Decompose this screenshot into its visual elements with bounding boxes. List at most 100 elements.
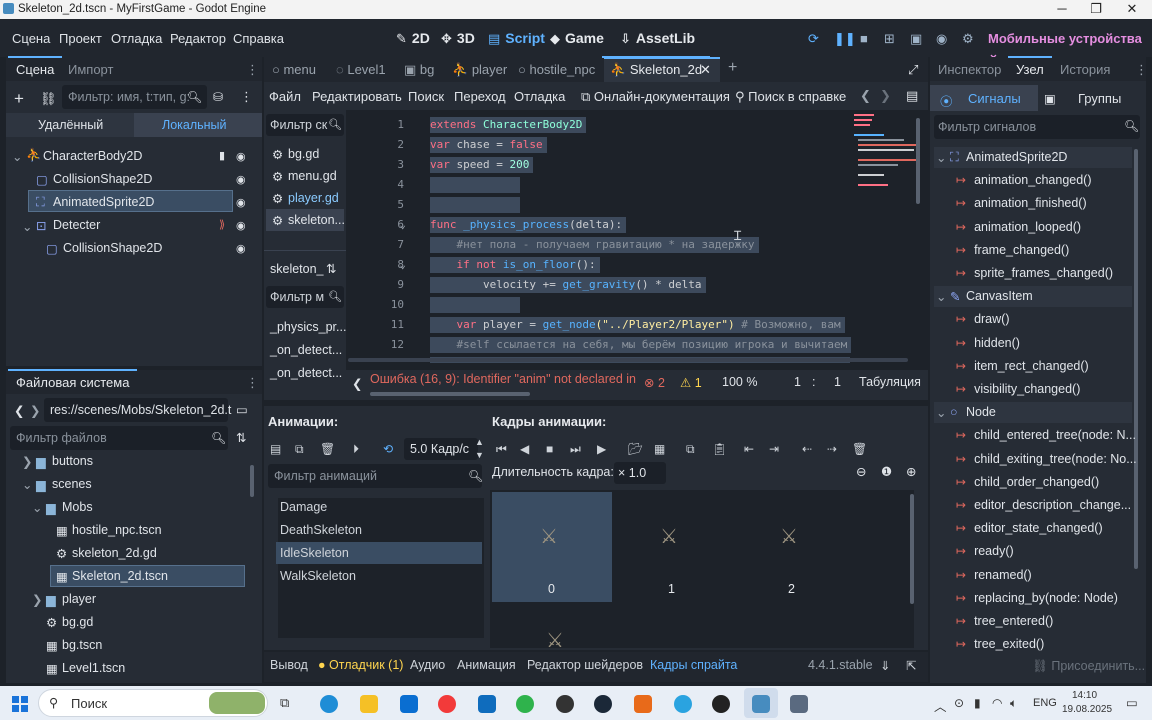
sprite-sheet-icon[interactable]: ▦ <box>654 442 665 456</box>
animation-item[interactable]: WalkSkeleton <box>280 569 356 583</box>
method-item[interactable]: _on_detect... <box>270 366 342 380</box>
collapse-arrow-icon[interactable]: ⌄ <box>22 477 32 492</box>
tab-menu[interactable]: ○ menu <box>272 62 316 77</box>
signal-group-header[interactable]: ⌄ ✎ CanvasItem <box>934 286 1132 308</box>
tab-animation[interactable]: Анимация <box>457 658 516 672</box>
tab-level1[interactable]: ◌ Level1 <box>336 62 386 77</box>
close-window-button[interactable]: ✕ <box>1114 1 1150 17</box>
tab-filesystem[interactable]: Файловая система <box>7 369 138 390</box>
code-line[interactable] <box>430 197 520 213</box>
menu-debug[interactable]: Отладка <box>111 31 162 46</box>
visibility-eye-icon[interactable]: ◉ <box>236 242 248 255</box>
sort-icon[interactable]: ⇅ <box>236 430 246 445</box>
telegram-icon[interactable] <box>674 695 692 713</box>
workspace-game[interactable]: ◆ Game <box>550 30 604 47</box>
delete-frame-icon[interactable]: 🗑︎ <box>852 442 867 456</box>
frame-cell[interactable]: ⚔ 2 <box>732 492 852 602</box>
method-item[interactable]: _physics_pr... <box>270 320 346 334</box>
tab-sprite-frames[interactable]: Кадры спрайта <box>650 658 737 672</box>
folder-scenes[interactable]: scenes <box>52 477 92 491</box>
code-line[interactable]: var player = get_node("../Player2/Player… <box>430 317 845 333</box>
connect-button[interactable]: ⛓ Присоединить... <box>1032 659 1145 674</box>
signal-item[interactable]: ↦ frame_changed() <box>956 243 1069 257</box>
warning-count[interactable]: ⚠ 1 <box>680 375 702 390</box>
tab-scene[interactable]: Сцена <box>7 56 63 77</box>
copy-frame-icon[interactable]: ⧉ <box>686 442 695 457</box>
delete-animation-icon[interactable]: 🗑︎ <box>320 442 335 456</box>
fps-input[interactable]: 5.0 Кадр/с <box>404 438 478 460</box>
next-script-icon[interactable]: ❯ <box>880 88 891 104</box>
signal-item[interactable]: ↦ editor_description_change... <box>956 498 1131 512</box>
tray-chevron-icon[interactable]: ︿ <box>934 696 947 715</box>
error-message[interactable]: Ошибка (16, 9): Identifier "anim" not de… <box>370 372 638 386</box>
animation-item[interactable]: IdleSkeleton <box>280 546 349 560</box>
tray-icon[interactable]: ⊙ <box>954 696 964 710</box>
code-line[interactable]: extends CharacterBody2D <box>430 117 587 133</box>
split-view-icon[interactable]: ▭ <box>236 402 248 417</box>
expand-arrow-icon[interactable]: ❯ <box>22 454 32 469</box>
search-help-button[interactable]: ⚲ Поиск в справке <box>735 89 846 105</box>
code-line[interactable]: velocity += get_gravity() * delta <box>430 277 706 293</box>
zoom-reset-icon[interactable]: ❶ <box>881 464 892 479</box>
dock-menu-icon[interactable]: ⋮ <box>1135 62 1148 78</box>
signals-scrollbar[interactable] <box>1134 149 1138 569</box>
tab-local[interactable]: Локальный <box>162 118 227 132</box>
file-level1[interactable]: Level1.tscn <box>62 661 125 675</box>
minimap[interactable] <box>854 112 920 192</box>
camera-icon[interactable]: ◉ <box>936 31 947 47</box>
animation-item[interactable]: Damage <box>280 500 327 514</box>
collapse-arrow-icon[interactable]: ⌄ <box>32 500 42 515</box>
tab-groups[interactable]: Группы <box>1078 91 1121 106</box>
signal-item[interactable]: ↦ tree_entered() <box>956 614 1053 628</box>
reload-icon[interactable]: ⟳ <box>808 31 819 47</box>
duplicate-animation-icon[interactable]: ⧉ <box>295 442 304 457</box>
language-indicator[interactable]: ENG <box>1033 697 1057 709</box>
fold-arrow-icon[interactable]: ⌄ <box>392 218 406 231</box>
stop-icon[interactable]: ■ <box>546 442 553 456</box>
insert-before-icon[interactable]: ⇤ <box>744 442 754 456</box>
autoplay-icon[interactable]: ⏵ <box>353 442 359 457</box>
pin-icon[interactable]: ⇓ <box>880 658 890 673</box>
code-scrollbar[interactable] <box>916 118 920 204</box>
node-characterbody2d[interactable]: CharacterBody2D <box>43 149 142 163</box>
tab-output[interactable]: Вывод <box>270 658 308 672</box>
tab-node[interactable]: Узел <box>1008 56 1052 77</box>
code-line[interactable]: var speed = 200 <box>430 157 534 173</box>
node-collisionshape2d-2[interactable]: CollisionShape2D <box>63 241 162 255</box>
menu-help[interactable]: Справка <box>233 31 284 46</box>
expand-arrow-icon[interactable]: ❯ <box>32 592 42 607</box>
tab-history[interactable]: История <box>1060 62 1110 77</box>
frame-cell[interactable]: ⚔ 1 <box>612 492 732 602</box>
code-line[interactable] <box>430 177 520 193</box>
signal-item[interactable]: ↦ animation_looped() <box>956 220 1081 234</box>
signal-icon[interactable]: ⟫ <box>219 218 225 231</box>
script-menu-file[interactable]: Файл <box>269 89 301 104</box>
signal-filter-input[interactable]: Фильтр сигналов <box>934 115 1140 139</box>
back-icon[interactable]: ❮ <box>14 403 24 418</box>
close-tab-icon[interactable]: ✕ <box>700 62 711 78</box>
signal-item[interactable]: ↦ renamed() <box>956 568 1032 582</box>
workspace-assetlib[interactable]: ⇩ AssetLib <box>620 30 695 47</box>
collapse-icon[interactable]: ❮ <box>352 376 362 391</box>
file-bg-tscn[interactable]: bg.tscn <box>62 638 102 652</box>
taskbar-search[interactable]: ⚲ Поиск <box>38 689 268 717</box>
folder-mobs[interactable]: Mobs <box>62 500 93 514</box>
windows-start-icon[interactable] <box>12 696 28 712</box>
script-menu-search[interactable]: Поиск <box>408 89 444 104</box>
notification-icon[interactable]: ▭ <box>1126 695 1138 710</box>
move-right-icon[interactable]: ⇢ <box>827 442 837 456</box>
animation-item[interactable]: DeathSkeleton <box>280 523 362 537</box>
clock-date[interactable]: 19.08.2025 <box>1062 704 1112 715</box>
workspace-script[interactable]: ▤ Script <box>488 30 545 47</box>
code-line[interactable] <box>430 297 520 313</box>
signal-item[interactable]: ↦ child_exiting_tree(node: No... <box>956 452 1137 466</box>
frame-cell[interactable]: ⚔ 0 <box>492 492 612 602</box>
signal-item[interactable]: ↦ animation_finished() <box>956 196 1087 210</box>
tab-debugger[interactable]: ● Отладчик (1) <box>318 658 403 672</box>
play-backwards-icon[interactable]: ◀ <box>520 442 529 456</box>
script-menu-edit[interactable]: Редактировать <box>312 89 402 104</box>
app-icon[interactable] <box>712 695 730 713</box>
code-editor[interactable]: 1 2 3 4 5 6 ⌄ 7 8 ⌄ 9 10 11 12 extends CharacterBody2… <box>348 110 928 370</box>
frame-cell[interactable]: ⚔ <box>492 614 612 648</box>
code-line[interactable]: func _physics_process(delta): <box>430 217 627 233</box>
